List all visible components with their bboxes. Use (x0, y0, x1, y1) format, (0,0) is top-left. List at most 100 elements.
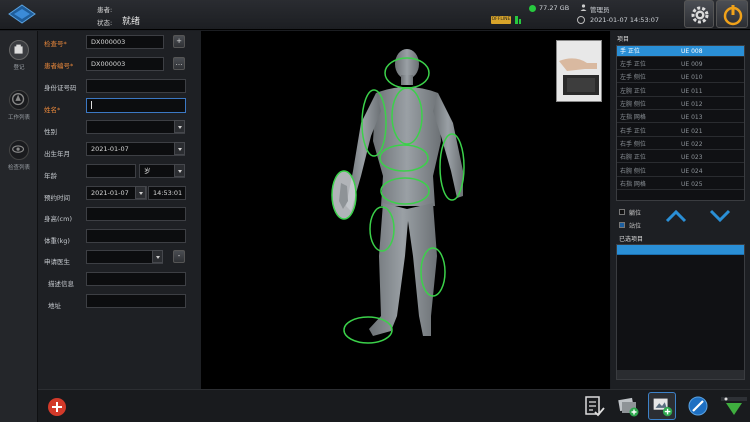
item-name: 左手 侧位 (620, 74, 646, 81)
bottom-toolbar (38, 389, 750, 422)
app-window: 患者: 状态: 就绪 OFFLINE 77.27 GB 管理员 2021-01-… (0, 0, 750, 422)
add-exam-button[interactable]: + (173, 35, 185, 48)
top-bar: 患者: 状态: 就绪 OFFLINE 77.27 GB 管理员 2021-01-… (0, 0, 750, 30)
appt-label: 预约时间 (44, 194, 70, 202)
items-title: 项目 (617, 36, 630, 43)
id-field[interactable] (86, 79, 186, 93)
image-plus-icon (653, 398, 673, 417)
list-item[interactable]: 左腕 侧位 UE 012 (617, 99, 744, 110)
gender-select[interactable] (86, 120, 185, 134)
patient-no-label: 患者编号* (44, 62, 74, 70)
appt-time-field[interactable]: 14:53:01 (148, 186, 186, 200)
list-item[interactable]: 右手 正位 UE 021 (617, 126, 744, 137)
status-value: 就绪 (122, 17, 141, 27)
nav-label: 工作列表 (7, 115, 30, 121)
item-name: 左手 正位 (620, 61, 646, 68)
patient-more-button[interactable]: … (173, 57, 185, 70)
body-diagram-area (201, 31, 610, 389)
doctor-more-button[interactable]: - (173, 250, 185, 263)
name-label: 姓名* (44, 106, 61, 114)
list-item[interactable]: 左手 正位 UE 009 (617, 59, 744, 70)
item-code: UE 024 (681, 168, 703, 175)
disk-space: 77.27 GB (539, 4, 570, 12)
item-code: UE 009 (681, 61, 703, 68)
checklist-button[interactable] (582, 394, 606, 418)
confirm-down-button[interactable] (720, 394, 748, 418)
stand-position-label: 站位 (629, 223, 642, 230)
nav-item-register[interactable]: 登记 (0, 36, 38, 76)
name-field[interactable] (86, 98, 186, 113)
gender-label: 性别 (44, 128, 57, 136)
nav-item-worklist[interactable]: 工作列表 (0, 86, 38, 126)
item-code: UE 013 (681, 114, 703, 121)
list-item[interactable]: 左指 网格 UE 013 (617, 112, 744, 123)
cancel-button[interactable] (686, 394, 710, 418)
stand-position-checkbox[interactable] (619, 222, 625, 228)
item-name: 右手 侧位 (620, 141, 646, 148)
nav-label: 检查列表 (7, 165, 30, 171)
height-label: 身高(cm) (44, 215, 72, 223)
back-position-checkbox[interactable] (619, 209, 625, 215)
worklist-icon (9, 90, 29, 110)
desc-field[interactable] (86, 272, 186, 286)
patient-label: 患者: (97, 6, 113, 14)
horizontal-scrollbar[interactable] (617, 370, 744, 379)
weight-label: 体重(kg) (44, 237, 70, 245)
item-code: UE 022 (681, 141, 703, 148)
list-item[interactable]: 右指 网格 UE 025 (617, 179, 744, 190)
offline-badge: OFFLINE (491, 16, 511, 24)
chevron-down-icon[interactable] (152, 250, 163, 263)
position-preview (556, 40, 602, 102)
item-code: UE 021 (681, 128, 703, 135)
left-nav: 登记 工作列表 检查列表 (0, 31, 38, 422)
exam-items-panel: 项目 手 正位 UE 008 左手 正位 UE 009 左手 侧位 UE 010… (611, 31, 750, 389)
age-field[interactable] (86, 164, 136, 178)
desc-label: 描述信息 (48, 280, 74, 288)
item-name: 左指 网格 (620, 114, 646, 121)
chevron-down-icon[interactable] (174, 142, 185, 155)
item-name: 手 正位 (620, 48, 640, 55)
item-name: 左腕 侧位 (620, 101, 646, 108)
gear-icon (691, 6, 709, 24)
settings-button[interactable] (684, 0, 714, 28)
scroll-up-button[interactable] (665, 209, 687, 223)
list-item[interactable]: 左腕 正位 UE 011 (617, 86, 744, 97)
id-label: 身份证号码 (44, 84, 77, 92)
current-datetime: 2021-01-07 14:53:07 (590, 16, 660, 24)
list-item[interactable]: 右手 侧位 UE 022 (617, 139, 744, 150)
list-item[interactable]: 右腕 正位 UE 023 (617, 152, 744, 163)
exam-no-field[interactable]: DX000003 (86, 35, 164, 49)
item-code: UE 011 (681, 88, 703, 95)
height-field[interactable] (86, 207, 186, 221)
list-item[interactable]: 左手 侧位 UE 010 (617, 72, 744, 83)
nav-item-examlist[interactable]: 检查列表 (0, 136, 38, 176)
power-button[interactable] (716, 0, 748, 28)
scroll-down-button[interactable] (709, 209, 731, 223)
body-diagram (331, 49, 465, 344)
item-code: UE 025 (681, 181, 703, 188)
weight-field[interactable] (86, 229, 186, 243)
user-name: 管理员 (590, 6, 610, 14)
chevron-down-icon[interactable] (135, 186, 146, 199)
add-patient-button[interactable] (48, 398, 66, 416)
list-item[interactable]: 手 正位 UE 008 (617, 46, 744, 57)
add-exam-image-button[interactable] (648, 392, 676, 420)
disk-status-icon (529, 5, 536, 12)
user-icon (580, 4, 587, 11)
nav-label: 登记 (13, 65, 25, 71)
add-image-button[interactable] (616, 394, 640, 418)
selected-items-list (616, 244, 745, 380)
age-label: 年龄 (44, 172, 57, 180)
list-item[interactable]: 右腕 侧位 UE 024 (617, 166, 744, 177)
eye-icon (9, 140, 29, 160)
logo-icon (8, 4, 36, 24)
chevron-down-icon[interactable] (174, 164, 185, 177)
item-code: UE 008 (681, 48, 703, 55)
address-field[interactable] (86, 294, 186, 308)
patient-no-field[interactable]: DX000003 (86, 57, 164, 71)
status-label: 状态: (97, 19, 113, 27)
birth-field[interactable]: 2021-01-07 (86, 142, 185, 156)
chevron-down-icon[interactable] (174, 120, 185, 133)
birth-label: 出生年月 (44, 150, 70, 158)
item-code: UE 010 (681, 74, 703, 81)
